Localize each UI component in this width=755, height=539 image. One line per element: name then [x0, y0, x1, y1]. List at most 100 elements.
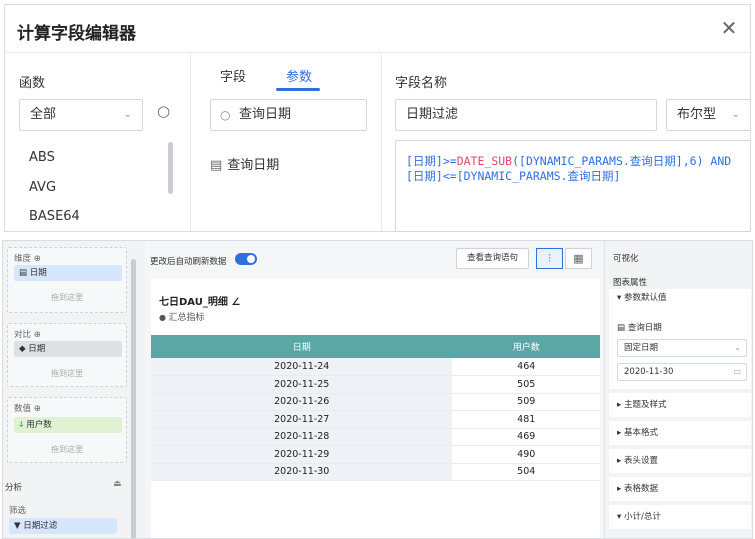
table-row: 2020-11-27 481 — [151, 410, 600, 429]
formula-token: [日期]>= — [406, 154, 457, 168]
function-category-value: 全部 — [30, 107, 57, 122]
function-list-scrollbar[interactable] — [168, 142, 173, 194]
param-date-value: 2020-11-30 — [624, 367, 674, 377]
chart-view-icon[interactable]: ⫶ — [536, 248, 563, 269]
tab-fields[interactable]: 字段 — [220, 66, 246, 85]
column-header-users[interactable]: 用户数 — [452, 335, 600, 358]
filter-pill-label: 日期过滤 — [23, 521, 58, 531]
value-label: 数值 ⊕ — [14, 404, 41, 414]
section-table-data[interactable]: ▸ 表格数据 — [609, 477, 751, 501]
card-subtitle: ● 汇总指标 — [159, 310, 205, 323]
section-header-settings[interactable]: ▸ 表头设置 — [609, 449, 751, 473]
table-cell: 2020-11-27 — [151, 410, 453, 429]
function-category-select[interactable]: 全部 ⌄ — [19, 99, 143, 131]
search-icon[interactable]: ○ — [157, 102, 170, 120]
table-cell: 2020-11-30 — [151, 463, 453, 481]
field-type-value: 布尔型 — [677, 107, 717, 122]
chart-properties-label: 图表属性 — [613, 278, 648, 288]
field-shelf-panel: 维度 ⊕ ▤ 日期 拖到这里 对比 ⊕ ◆ 日期 拖到这里 数值 ⊕ ↆ 用户数… — [3, 241, 140, 538]
param-name: ▤ 查询日期 — [617, 321, 662, 333]
section-basic-format[interactable]: ▸ 基本格式 — [609, 421, 751, 445]
search-icon: ○ — [220, 108, 231, 122]
data-table: 日期 用户数 2020-11-24 464 2020-11-25 505 2020-… — [151, 335, 600, 481]
table-row: 2020-11-29 490 — [151, 445, 600, 464]
table-row: 2020-11-28 469 — [151, 428, 600, 446]
field-panel: 字段名称 日期过滤 布尔型 ⌄ [日期]>=DATE_SUB([DYNAMIC_… — [383, 54, 751, 232]
table-cell: 505 — [452, 375, 600, 394]
section-theme[interactable]: ▸ 主题及样式 — [609, 393, 751, 417]
param-mode-select[interactable]: 固定日期 ⌄ — [617, 339, 747, 357]
table-cell: 504 — [452, 463, 600, 481]
dialog-title: 计算字段编辑器 — [17, 24, 136, 44]
table-cell: 464 — [452, 358, 600, 376]
close-icon[interactable]: ✕ — [718, 17, 740, 39]
param-item[interactable]: ▤ 查询日期 — [210, 154, 279, 173]
table-cell: 469 — [452, 428, 600, 446]
dialog-header: 计算字段编辑器 ✕ — [5, 5, 750, 53]
formula-function: DATE_SUB — [456, 154, 513, 168]
drop-hint: 拖到这里 — [51, 293, 83, 302]
filter-icon: ▼ — [14, 521, 24, 531]
calendar-icon: ▤ — [617, 323, 628, 333]
analysis-label: 分析 — [5, 483, 23, 493]
column-header-date[interactable]: 日期 — [151, 335, 453, 358]
functions-panel: 函数 全部 ⌄ ○ ABS AVG BASE64 — [5, 54, 191, 231]
active-tab-indicator — [276, 88, 320, 91]
formula-line-2: [日期]<=[DYNAMIC_PARAMS.查询日期] — [406, 169, 621, 183]
metric-dot-icon: ● — [159, 313, 169, 322]
value-shelf[interactable]: 数值 ⊕ ↆ 用户数 拖到这里 — [7, 397, 127, 463]
param-date-picker[interactable]: 2020-11-30 ▭ — [617, 363, 747, 381]
function-item[interactable]: AVG — [29, 180, 56, 195]
filter-label: 筛选 — [9, 506, 27, 516]
formula-editor[interactable]: [日期]>=DATE_SUB([DYNAMIC_PARAMS.查询日期],6) … — [395, 140, 751, 232]
calendar-icon: ▤ — [19, 268, 30, 278]
table-cell: 2020-11-29 — [151, 445, 453, 464]
param-search-value: 查询日期 — [239, 107, 292, 122]
dimension-shelf[interactable]: 维度 ⊕ ▤ 日期 拖到这里 — [7, 247, 127, 313]
field-type-select[interactable]: 布尔型 ⌄ — [666, 99, 751, 131]
table-header-row: 日期 用户数 — [151, 335, 600, 358]
table-row: 2020-11-26 509 — [151, 393, 600, 411]
auto-refresh-toggle[interactable] — [235, 253, 257, 265]
table-cell: 490 — [452, 445, 600, 464]
shelf-scrollbar[interactable] — [131, 259, 136, 538]
dashboard-editor: 维度 ⊕ ▤ 日期 拖到这里 对比 ⊕ ◆ 日期 拖到这里 数值 ⊕ ↆ 用户数… — [2, 240, 753, 539]
properties-panel: 可视化 图表属性 ▾ 参数默认值 ▤ 查询日期 固定日期 ⌄ 2020-11-30… — [604, 241, 752, 538]
value-pill-label: 用户数 — [26, 420, 52, 430]
dimension-label: 维度 ⊕ — [14, 254, 41, 264]
table-cell: 481 — [452, 410, 600, 429]
dimension-pill-label: 日期 — [29, 268, 47, 278]
function-item[interactable]: BASE64 — [29, 209, 80, 224]
calendar-icon: ▭ — [733, 367, 741, 376]
field-name-label: 字段名称 — [395, 76, 448, 91]
param-item-label: 查询日期 — [227, 158, 280, 173]
compare-pill[interactable]: ◆ 日期 — [14, 341, 122, 357]
table-row: 2020-11-30 504 — [151, 463, 600, 481]
formula-line-1: [日期]>=DATE_SUB([DYNAMIC_PARAMS.查询日期],6) … — [406, 154, 740, 169]
tag-icon: ◆ — [19, 344, 29, 354]
field-name-input[interactable]: 日期过滤 — [395, 99, 657, 131]
param-default-section[interactable]: ▾ 参数默认值 — [609, 289, 751, 307]
table-view-icon[interactable]: ▦ — [565, 248, 592, 269]
param-search-input[interactable]: ○ 查询日期 — [210, 99, 367, 131]
compare-shelf[interactable]: 对比 ⊕ ◆ 日期 拖到这里 — [7, 323, 127, 387]
calc-field-editor-dialog: 计算字段编辑器 ✕ 函数 全部 ⌄ ○ ABS AVG BASE64 字段 参数… — [4, 4, 751, 232]
card-title[interactable]: 七日DAU_明细 ∠ — [159, 293, 240, 308]
view-query-button[interactable]: 查看查询语句 — [456, 248, 529, 269]
table-cell: 2020-11-24 — [151, 358, 453, 376]
compare-label: 对比 ⊕ — [14, 330, 41, 340]
table-cell: 2020-11-28 — [151, 428, 453, 446]
tab-params[interactable]: 参数 — [286, 66, 312, 85]
value-pill[interactable]: ↆ 用户数 — [14, 417, 122, 433]
collapse-icon[interactable]: ⏏ — [113, 479, 122, 489]
dimension-pill[interactable]: ▤ 日期 — [14, 265, 122, 281]
drop-hint: 拖到这里 — [51, 369, 83, 378]
drop-hint: 拖到这里 — [51, 445, 83, 454]
param-name-label: 查询日期 — [627, 323, 662, 333]
table-row: 2020-11-25 505 — [151, 375, 600, 394]
filter-pill[interactable]: ▼ 日期过滤 — [9, 518, 117, 534]
function-item[interactable]: ABS — [29, 150, 55, 165]
chart-canvas: 更改后自动刷新数据 查看查询语句 ⫶ ▦ 七日DAU_明细 ∠ ● 汇总指标 日… — [145, 241, 603, 538]
table-cell: 2020-11-26 — [151, 393, 453, 411]
section-subtotal[interactable]: ▾ 小计/总计 — [609, 505, 751, 529]
